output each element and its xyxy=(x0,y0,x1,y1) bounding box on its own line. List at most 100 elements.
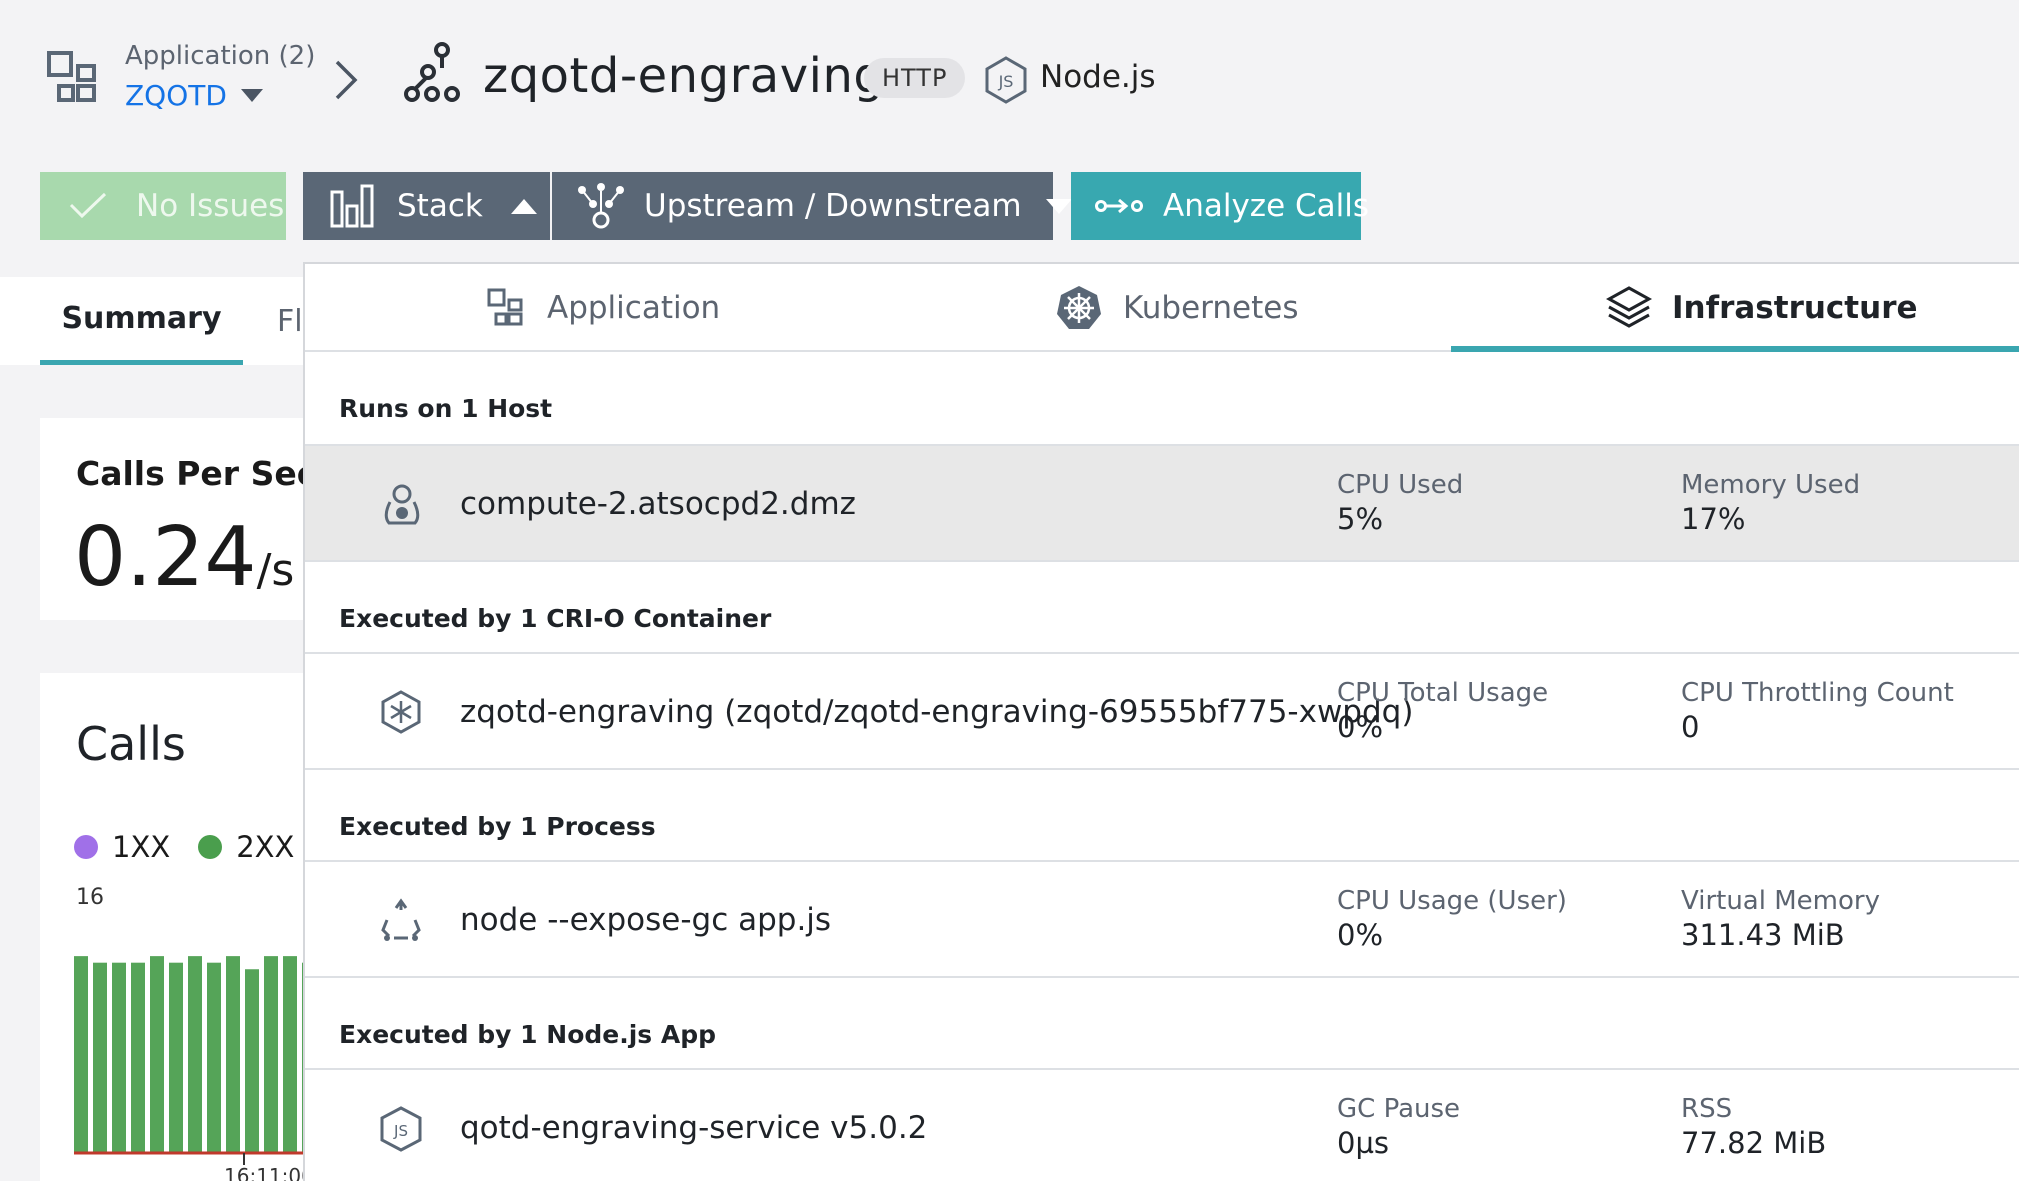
process-recycle-icon xyxy=(379,898,423,944)
tab-infrastructure-label: Infrastructure xyxy=(1672,290,1918,326)
chart-bar[interactable] xyxy=(169,962,183,1153)
analyze-calls-label: Analyze Calls xyxy=(1163,188,1370,224)
metric-label: CPU Used xyxy=(1337,470,1464,500)
chart-bar[interactable] xyxy=(207,962,221,1153)
application-selector[interactable]: Application (2) ZQOTD xyxy=(125,41,315,112)
metric-value: 5% xyxy=(1337,502,1384,536)
calls-bar-chart: 16:11:00 xyxy=(74,956,310,1181)
application-grid-icon xyxy=(487,288,527,328)
tab-kubernetes-label: Kubernetes xyxy=(1123,290,1299,326)
stack-button[interactable]: Stack xyxy=(303,172,550,240)
stack-label: Stack xyxy=(397,188,483,224)
metric-value: 0% xyxy=(1337,710,1384,744)
legend-dot-1xx xyxy=(74,835,98,859)
process-name: node --expose-gc app.js xyxy=(460,902,832,938)
chart-bar[interactable] xyxy=(131,962,145,1153)
application-grid-icon xyxy=(46,50,104,108)
metric-value: 0% xyxy=(1337,918,1384,952)
service-hierarchy-icon xyxy=(400,42,464,106)
kubernetes-helm-icon xyxy=(1055,284,1103,332)
process-memory-metric: Virtual Memory 311.43 MiB xyxy=(1681,886,1880,952)
application-name: ZQOTD xyxy=(125,79,227,112)
bar-chart-icon xyxy=(329,184,375,228)
metric-value: 0 xyxy=(1681,710,1700,744)
chart-bar[interactable] xyxy=(150,956,164,1153)
metric-value: 0µs xyxy=(1337,1126,1390,1160)
process-row[interactable]: node --expose-gc app.js CPU Usage (User)… xyxy=(305,860,2019,978)
metric-label: CPU Usage (User) xyxy=(1337,886,1567,916)
page-title: zqotd-engraving xyxy=(483,48,885,104)
chart-bar[interactable] xyxy=(245,969,259,1153)
chevron-right-icon xyxy=(333,58,359,102)
container-cpu-metric: CPU Total Usage 0% xyxy=(1337,678,1548,744)
chart-bar[interactable] xyxy=(226,956,240,1153)
metric-label: Virtual Memory xyxy=(1681,886,1880,916)
container-throttling-metric: CPU Throttling Count 0 xyxy=(1681,678,1954,744)
nodejs-app-row[interactable]: JS qotd-engraving-service v5.0.2 GC Paus… xyxy=(305,1068,2019,1181)
container-snowflake-icon xyxy=(379,690,423,734)
cps-unit: /s xyxy=(256,545,295,596)
protocol-badge: HTTP xyxy=(864,58,966,98)
no-issues-label: No Issues xyxy=(136,188,285,224)
metric-label: RSS xyxy=(1681,1094,1733,1124)
tab-application[interactable]: Application xyxy=(487,264,720,352)
calls-chart-card: Calls 1XX 2XX 16 16:11:00 xyxy=(40,673,310,1181)
host-row[interactable]: compute-2.atsocpd2.dmz CPU Used 5% Memor… xyxy=(305,444,2019,562)
caret-up-icon xyxy=(510,198,537,214)
calls-per-second-card: Calls Per Seco 0.24/s xyxy=(40,418,310,620)
tab-flow[interactable]: Fl xyxy=(277,277,303,365)
chart-bar[interactable] xyxy=(283,956,297,1153)
host-memory-metric: Memory Used 17% xyxy=(1681,470,1860,536)
cps-number: 0.24 xyxy=(74,510,257,605)
nodejs-icon: JS xyxy=(984,56,1028,104)
tab-summary[interactable]: Summary xyxy=(40,277,243,365)
metric-label: CPU Throttling Count xyxy=(1681,678,1954,708)
nodejs-icon: JS xyxy=(379,1106,423,1152)
tab-infrastructure[interactable]: Infrastructure xyxy=(1606,264,1918,352)
x-axis-tick-label: 16:11:00 xyxy=(224,1164,310,1181)
application-dropdown[interactable]: ZQOTD xyxy=(125,79,315,112)
host-cpu-metric: CPU Used 5% xyxy=(1337,470,1463,536)
chart-bar[interactable] xyxy=(112,962,126,1153)
legend-label-1xx: 1XX xyxy=(112,830,171,864)
tab-kubernetes[interactable]: Kubernetes xyxy=(1055,264,1298,352)
metric-label: CPU Total Usage xyxy=(1337,678,1549,708)
chart-bar[interactable] xyxy=(264,956,278,1153)
section-title-process: Executed by 1 Process xyxy=(339,812,656,841)
metric-label: GC Pause xyxy=(1337,1094,1461,1124)
page-tabs: Summary Fl xyxy=(0,277,310,365)
caret-down-icon xyxy=(1045,198,1072,214)
no-issues-button[interactable]: No Issues xyxy=(40,172,286,240)
layers-icon xyxy=(1606,285,1652,331)
metric-value: 77.82 MiB xyxy=(1681,1126,1827,1160)
section-title-container: Executed by 1 CRI-O Container xyxy=(339,604,772,633)
technology-label: Node.js xyxy=(1040,59,1156,95)
container-row[interactable]: zqotd-engraving (zqotd/zqotd-engraving-6… xyxy=(305,652,2019,770)
metric-value: 311.43 MiB xyxy=(1681,918,1845,952)
chart-bar[interactable] xyxy=(188,956,202,1153)
section-title-nodejs-app: Executed by 1 Node.js App xyxy=(339,1020,717,1049)
chart-bar[interactable] xyxy=(74,956,88,1153)
upstream-downstream-button[interactable]: Upstream / Downstream xyxy=(552,172,1072,240)
chart-bar[interactable] xyxy=(93,962,107,1153)
container-name: zqotd-engraving (zqotd/zqotd-engraving-6… xyxy=(460,694,1414,730)
stack-panel: Application Kubernetes Infrastructure Ru… xyxy=(303,262,2019,1181)
linux-host-icon xyxy=(379,482,425,528)
nodejs-app-name: qotd-engraving-service v5.0.2 xyxy=(460,1110,928,1146)
upstream-downstream-label: Upstream / Downstream xyxy=(644,188,1022,224)
application-count-label: Application (2) xyxy=(125,41,316,71)
tab-application-label: Application xyxy=(547,290,721,326)
gc-pause-metric: GC Pause 0µs xyxy=(1337,1094,1460,1160)
host-name: compute-2.atsocpd2.dmz xyxy=(460,486,856,522)
caret-down-icon xyxy=(240,89,263,102)
dependency-graph-icon xyxy=(576,182,626,230)
metric-label: Memory Used xyxy=(1681,470,1861,500)
analyze-calls-button[interactable]: Analyze Calls xyxy=(1071,172,1369,240)
checkmark-icon xyxy=(68,191,108,221)
y-axis-tick: 16 xyxy=(76,885,104,910)
chart-legend: 1XX 2XX xyxy=(74,830,294,864)
legend-item-2xx[interactable]: 2XX xyxy=(198,830,294,864)
legend-item-1xx[interactable]: 1XX xyxy=(74,830,170,864)
active-tab-indicator xyxy=(1451,346,2019,352)
metric-value: 17% xyxy=(1681,502,1746,536)
